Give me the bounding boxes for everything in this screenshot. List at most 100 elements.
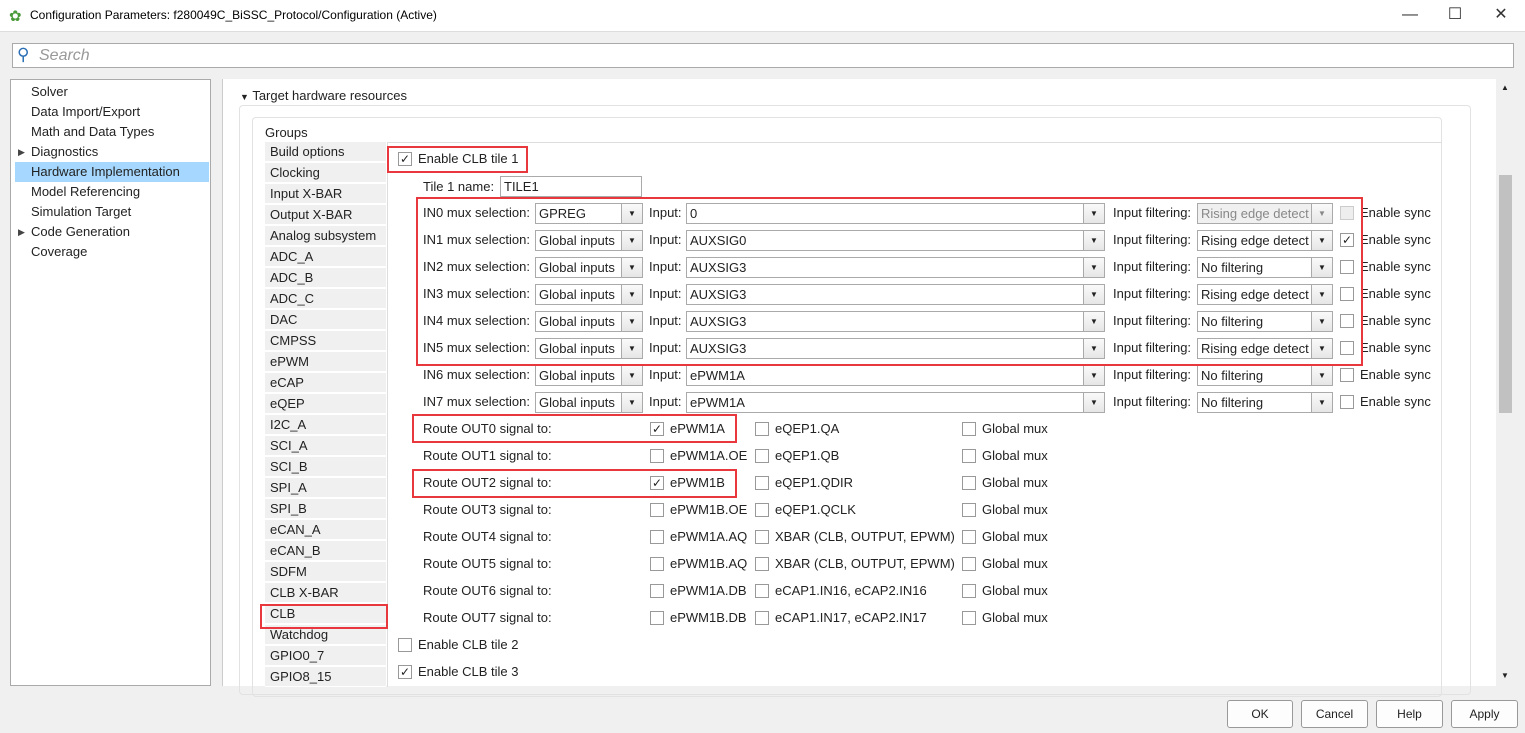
route-checkbox[interactable] (962, 611, 976, 625)
group-item[interactable]: Output X-BAR (265, 205, 386, 225)
scrollbar-thumb[interactable] (1499, 175, 1512, 413)
group-item[interactable]: ADC_B (265, 268, 386, 288)
route-option-label: ePWM1A.DB (670, 583, 747, 598)
route-checkbox[interactable] (650, 449, 664, 463)
route-checkbox[interactable] (650, 503, 664, 517)
tree-item[interactable]: Data Import/Export (15, 102, 209, 122)
route-checkbox[interactable] (755, 584, 769, 598)
mux-select[interactable]: Global inputs ▼ (535, 392, 643, 413)
chevron-down-icon[interactable]: ▼ (621, 393, 642, 412)
tree-item[interactable]: Coverage (15, 242, 209, 262)
route-checkbox[interactable] (650, 530, 664, 544)
filter-select[interactable]: No filtering ▼ (1197, 392, 1333, 413)
route-checkbox[interactable] (962, 557, 976, 571)
expand-arrow-icon[interactable]: ▶ (18, 222, 25, 242)
tree-item[interactable]: ▶ Code Generation (15, 222, 209, 242)
tree-item[interactable]: Solver (15, 82, 209, 102)
search-placeholder: Search (39, 47, 90, 64)
route-label: Route OUT1 signal to: (423, 448, 552, 463)
tree-item-label: Solver (31, 84, 68, 99)
minimize-button[interactable]: — (1395, 4, 1425, 26)
route-checkbox[interactable] (755, 476, 769, 490)
title-bar: ✿ Configuration Parameters: f280049C_BiS… (0, 0, 1525, 32)
input-select[interactable]: ePWM1A ▼ (686, 392, 1105, 413)
chevron-down-icon[interactable]: ▼ (1083, 366, 1104, 385)
tree-item-label: Model Referencing (31, 184, 141, 199)
route-option-label: Global mux (982, 556, 1048, 571)
group-item[interactable]: I2C_A (265, 415, 386, 435)
enable-sync-label: Enable sync (1360, 286, 1431, 301)
group-item[interactable]: Clocking (265, 163, 386, 183)
group-item[interactable]: GPIO0_7 (265, 646, 386, 666)
group-item[interactable]: SPI_B (265, 499, 386, 519)
route-checkbox[interactable] (962, 584, 976, 598)
group-item[interactable]: CMPSS (265, 331, 386, 351)
help-button[interactable]: Help (1376, 700, 1443, 728)
ok-button[interactable]: OK (1227, 700, 1293, 728)
group-item[interactable]: eCAP (265, 373, 386, 393)
chevron-down-icon[interactable]: ▼ (621, 366, 642, 385)
chevron-down-icon[interactable]: ▼ (1311, 366, 1332, 385)
tree-item[interactable]: Simulation Target (15, 202, 209, 222)
route-checkbox[interactable] (755, 422, 769, 436)
enable-clb-tile3-checkbox[interactable]: ✓ (398, 665, 412, 679)
route-checkbox[interactable] (755, 557, 769, 571)
route-checkbox[interactable] (962, 476, 976, 490)
input-select[interactable]: ePWM1A ▼ (686, 365, 1105, 386)
route-checkbox[interactable] (755, 449, 769, 463)
enable-sync-label: Enable sync (1360, 340, 1431, 355)
group-item[interactable]: eCAN_A (265, 520, 386, 540)
enable-sync-checkbox[interactable] (1340, 368, 1354, 382)
group-item[interactable]: Input X-BAR (265, 184, 386, 204)
chevron-down-icon[interactable]: ▼ (1311, 393, 1332, 412)
search-input[interactable]: ⚲ Search (12, 43, 1514, 68)
input-select-value: ePWM1A (690, 368, 745, 383)
group-item[interactable]: SCI_A (265, 436, 386, 456)
group-item[interactable]: SDFM (265, 562, 386, 582)
apply-button[interactable]: Apply (1451, 700, 1518, 728)
group-item[interactable]: ADC_A (265, 247, 386, 267)
route-checkbox[interactable] (962, 422, 976, 436)
section-header[interactable]: ▼ Target hardware resources (240, 88, 407, 105)
filter-select[interactable]: No filtering ▼ (1197, 365, 1333, 386)
tree-item[interactable]: Model Referencing (15, 182, 209, 202)
mux-select[interactable]: Global inputs ▼ (535, 365, 643, 386)
group-item[interactable]: DAC (265, 310, 386, 330)
maximize-button[interactable]: ☐ (1440, 4, 1470, 26)
group-item[interactable]: CLB X-BAR (265, 583, 386, 603)
cancel-button[interactable]: Cancel (1301, 700, 1368, 728)
tree-item[interactable]: Hardware Implementation (15, 162, 209, 182)
route-checkbox[interactable] (962, 503, 976, 517)
close-button[interactable]: ✕ (1486, 4, 1516, 26)
group-item[interactable]: SCI_B (265, 457, 386, 477)
route-option-label: eCAP1.IN16, eCAP2.IN16 (775, 583, 927, 598)
enable-sync-label: Enable sync (1360, 205, 1431, 220)
route-checkbox[interactable] (755, 611, 769, 625)
chevron-down-icon[interactable]: ▼ (1083, 393, 1104, 412)
group-item[interactable]: ADC_C (265, 289, 386, 309)
group-item[interactable]: Analog subsystem (265, 226, 386, 246)
route-checkbox[interactable] (755, 503, 769, 517)
group-item[interactable]: ePWM (265, 352, 386, 372)
group-item[interactable]: eQEP (265, 394, 386, 414)
scroll-up-icon[interactable]: ▲ (1501, 83, 1509, 92)
route-option-label: Global mux (982, 529, 1048, 544)
route-checkbox[interactable] (650, 611, 664, 625)
route-checkbox[interactable] (650, 584, 664, 598)
tree-item[interactable]: ▶ Diagnostics (15, 142, 209, 162)
group-item[interactable]: SPI_A (265, 478, 386, 498)
route-checkbox[interactable] (962, 449, 976, 463)
route-checkbox[interactable] (962, 530, 976, 544)
search-icon: ⚲ (17, 45, 30, 64)
route-checkbox[interactable] (755, 530, 769, 544)
group-item[interactable]: eCAN_B (265, 541, 386, 561)
scroll-down-icon[interactable]: ▼ (1501, 671, 1509, 680)
group-item[interactable]: Build options (265, 142, 386, 162)
tree-item[interactable]: Math and Data Types (15, 122, 209, 142)
enable-clb-tile2-checkbox[interactable] (398, 638, 412, 652)
route-checkbox[interactable] (650, 557, 664, 571)
group-item[interactable]: GPIO8_15 (265, 667, 386, 687)
enable-sync-checkbox[interactable] (1340, 395, 1354, 409)
tile-name-input[interactable]: TILE1 (500, 176, 642, 197)
expand-arrow-icon[interactable]: ▶ (18, 142, 25, 162)
